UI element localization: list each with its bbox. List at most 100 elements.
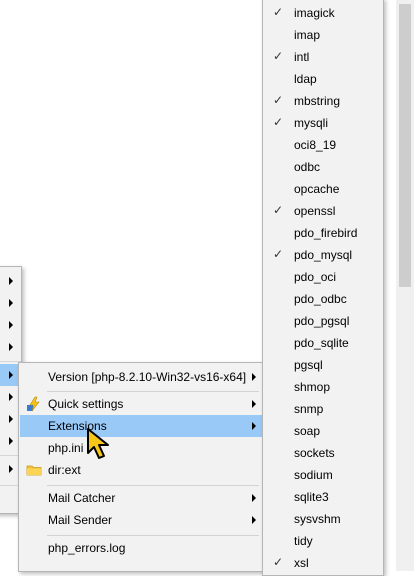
extension-label: pdo_oci [294, 270, 337, 284]
menu-item-php-errors-log[interactable]: php_errors.log [20, 537, 262, 559]
check-icon: ✓ [273, 203, 284, 217]
menu-item-label: Mail Catcher [48, 491, 116, 505]
extension-item-snmp[interactable]: snmp [264, 398, 382, 420]
extension-label: sysvshm [294, 512, 341, 526]
extension-item-sqlite3[interactable]: sqlite3 [264, 486, 382, 508]
menu-item-dir-ext[interactable]: dir:ext [20, 459, 262, 481]
extension-item-pdo-sqlite[interactable]: pdo_sqlite [264, 332, 382, 354]
check-icon: ✓ [273, 555, 284, 569]
check-icon: ✓ [273, 93, 284, 107]
extension-label: sodium [294, 468, 333, 482]
extension-item-mysqli[interactable]: ✓ mysqli [264, 112, 382, 134]
extension-item-imagick[interactable]: ✓ imagick [264, 2, 382, 24]
extension-label: odbc [294, 160, 321, 174]
extension-item-sysvshm[interactable]: sysvshm [264, 508, 382, 530]
scrollbar-thumb[interactable] [399, 4, 411, 287]
extension-label: tidy [294, 534, 313, 548]
submenu-arrow-icon [252, 400, 256, 408]
submenu-arrow-icon [9, 415, 13, 423]
extension-item-oci8-19[interactable]: oci8_19 [264, 134, 382, 156]
check-icon: ✓ [273, 5, 284, 19]
extension-label: oci8_19 [294, 138, 337, 152]
extension-label: imagick [294, 6, 335, 20]
extension-item-pgsql[interactable]: pgsql [264, 354, 382, 376]
extension-item-sodium[interactable]: sodium [264, 464, 382, 486]
extension-item-pdo-firebird[interactable]: pdo_firebird [264, 222, 382, 244]
extension-item-sockets[interactable]: sockets [264, 442, 382, 464]
extension-label: opcache [294, 182, 340, 196]
extension-label: pdo_pgsql [294, 314, 350, 328]
extensions-submenu: ✓ imagick imap ✓ intl ldap ✓ mbstring ✓ mysqli oci… [262, 0, 384, 576]
mouse-cursor-icon [87, 428, 109, 459]
extension-item-shmop[interactable]: shmop [264, 376, 382, 398]
extension-item-pdo-mysql[interactable]: ✓ pdo_mysql [264, 244, 382, 266]
menu-item-label: Mail Sender [48, 513, 113, 527]
parent-menu-item[interactable] [0, 314, 21, 336]
extension-label: xsl [294, 556, 309, 570]
menu-item-label: Version [php-8.2.10-Win32-vs16-x64] [48, 370, 247, 384]
submenu-arrow-icon [252, 422, 256, 430]
extension-label: openssl [294, 204, 336, 218]
extension-label: imap [294, 28, 321, 42]
check-icon: ✓ [273, 247, 284, 261]
menu-item-php-ini[interactable]: php.ini [20, 437, 262, 459]
extension-item-pdo-pgsql[interactable]: pdo_pgsql [264, 310, 382, 332]
submenu-arrow-icon [9, 321, 13, 329]
extension-label: pgsql [294, 358, 323, 372]
submenu-arrow-icon [9, 437, 13, 445]
extension-item-ldap[interactable]: ldap [264, 68, 382, 90]
extension-item-soap[interactable]: soap [264, 420, 382, 442]
lightning-icon [26, 396, 42, 412]
extension-item-mbstring[interactable]: ✓ mbstring [264, 90, 382, 112]
extension-label: sqlite3 [294, 490, 329, 504]
submenu-arrow-icon [9, 343, 13, 351]
submenu-arrow-icon [9, 371, 13, 379]
menu-item-version[interactable]: Version [php-8.2.10-Win32-vs16-x64] [20, 366, 262, 388]
extension-label: pdo_mysql [294, 248, 353, 262]
extension-label: mbstring [294, 94, 341, 108]
extension-label: pdo_odbc [294, 292, 347, 306]
submenu-arrow-icon [9, 277, 13, 285]
extension-label: pdo_firebird [294, 226, 358, 240]
submenu-arrow-icon [9, 299, 13, 307]
folder-icon [26, 462, 42, 478]
extension-label: mysqli [294, 116, 329, 130]
submenu-arrow-icon [252, 373, 256, 381]
php-submenu: Version [php-8.2.10-Win32-vs16-x64] Quic… [18, 362, 264, 572]
extension-item-imap[interactable]: imap [264, 24, 382, 46]
extension-item-tidy[interactable]: tidy [264, 530, 382, 552]
extension-label: snmp [294, 402, 324, 416]
menu-item-quick-settings[interactable]: Quick settings [20, 393, 262, 415]
submenu-arrow-icon [252, 494, 256, 502]
extension-item-intl[interactable]: ✓ intl [264, 46, 382, 68]
extension-item-pdo-oci[interactable]: pdo_oci [264, 266, 382, 288]
extension-label: pdo_sqlite [294, 336, 349, 350]
parent-menu-item[interactable] [0, 270, 21, 292]
parent-menu-item[interactable] [0, 336, 21, 358]
extension-item-pdo-odbc[interactable]: pdo_odbc [264, 288, 382, 310]
check-icon: ✓ [273, 115, 284, 129]
menu-separator [47, 535, 259, 536]
extension-label: sockets [294, 446, 335, 460]
extension-label: soap [294, 424, 321, 438]
menu-item-label: php.ini [48, 441, 84, 455]
extension-label: ldap [294, 72, 317, 86]
submenu-arrow-icon [252, 516, 256, 524]
submenu-arrow-icon [9, 465, 13, 473]
menu-separator [47, 485, 259, 486]
menu-item-label: php_errors.log [48, 541, 126, 555]
extension-label: shmop [294, 380, 331, 394]
menu-item-mail-catcher[interactable]: Mail Catcher [20, 487, 262, 509]
menu-item-label: Quick settings [48, 397, 124, 411]
extension-item-odbc[interactable]: odbc [264, 156, 382, 178]
extension-item-openssl[interactable]: ✓ openssl [264, 200, 382, 222]
extension-label: intl [294, 50, 310, 64]
menu-separator [47, 391, 259, 392]
menu-item-mail-sender[interactable]: Mail Sender [20, 509, 262, 531]
submenu-arrow-icon [9, 393, 13, 401]
parent-menu-item[interactable] [0, 292, 21, 314]
check-icon: ✓ [273, 49, 284, 63]
menu-item-extensions[interactable]: Extensions [20, 415, 262, 437]
extension-item-opcache[interactable]: opcache [264, 178, 382, 200]
vertical-scrollbar[interactable] [396, 0, 414, 571]
